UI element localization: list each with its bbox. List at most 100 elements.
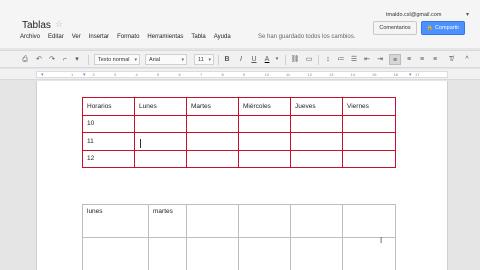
table-cell[interactable] bbox=[238, 204, 291, 238]
second-table[interactable]: lunes martes bbox=[82, 204, 396, 270]
underline-button[interactable]: U bbox=[249, 54, 259, 65]
ruler-number: 15 bbox=[372, 72, 377, 77]
ruler-number: 17 bbox=[415, 72, 420, 77]
size-dropdown[interactable]: 11 ▾ bbox=[194, 54, 214, 65]
table-cell[interactable] bbox=[238, 114, 291, 133]
table-header-cell[interactable]: Lunes bbox=[134, 97, 187, 116]
table-cell[interactable] bbox=[134, 132, 187, 151]
paint-format-icon[interactable]: ⌐ bbox=[60, 54, 70, 65]
table-cell[interactable]: martes bbox=[148, 204, 187, 238]
table-header-row: Horarios Lunes Martes Miércoles Jueves Vierne… bbox=[82, 97, 396, 116]
table-header-cell[interactable]: Horarios bbox=[82, 97, 135, 116]
table-cell[interactable] bbox=[342, 149, 396, 168]
table-header-cell[interactable]: Martes bbox=[186, 97, 239, 116]
chevron-down-icon[interactable]: ▾ bbox=[273, 54, 281, 65]
ruler-number: 16 bbox=[393, 72, 398, 77]
chevron-down-icon: ▾ bbox=[208, 57, 211, 63]
align-center-icon[interactable]: ≡ bbox=[404, 54, 414, 65]
bold-button[interactable]: B bbox=[222, 54, 232, 65]
table-header-cell[interactable]: Jueves bbox=[290, 97, 343, 116]
menu-ayuda[interactable]: Ayuda bbox=[214, 34, 231, 44]
table-cell[interactable] bbox=[290, 237, 343, 270]
share-label: Compartir bbox=[435, 25, 460, 31]
increase-indent-icon[interactable]: ⇥ bbox=[375, 54, 385, 65]
numbered-list-icon[interactable]: ≔ bbox=[336, 54, 346, 65]
menu-herramientas[interactable]: Herramientas bbox=[147, 34, 183, 44]
star-icon[interactable]: ☆ bbox=[55, 19, 63, 30]
indent-marker-icon[interactable]: ▾ bbox=[409, 72, 412, 78]
menu-insertar[interactable]: Insertar bbox=[89, 34, 109, 44]
style-dropdown[interactable]: Texto normal ▾ bbox=[94, 54, 140, 65]
comment-icon[interactable]: ▭ bbox=[304, 54, 314, 65]
table-cell[interactable] bbox=[290, 114, 343, 133]
line-spacing-icon[interactable]: ↕ bbox=[323, 54, 333, 65]
menu-editar[interactable]: Editar bbox=[48, 34, 64, 44]
table-cell[interactable] bbox=[134, 149, 187, 168]
menu-tabla[interactable]: Tabla bbox=[191, 34, 205, 44]
table-cell[interactable] bbox=[342, 237, 396, 270]
account-caret-icon[interactable]: ▾ bbox=[466, 11, 469, 18]
bulleted-list-icon[interactable]: ☰ bbox=[349, 54, 359, 65]
table-cell[interactable] bbox=[342, 114, 396, 133]
table-cell[interactable]: 12 bbox=[82, 149, 135, 168]
menu-archivo[interactable]: Archivo bbox=[20, 34, 40, 44]
table-header-cell[interactable]: Viernes bbox=[342, 97, 396, 116]
menu-formato[interactable]: Formato bbox=[117, 34, 139, 44]
table-cell[interactable]: lunes bbox=[82, 204, 149, 238]
schedule-table[interactable]: Horarios Lunes Martes Miércoles Jueves Vierne… bbox=[82, 97, 396, 168]
document-title[interactable]: Tablas bbox=[22, 20, 51, 31]
table-cell[interactable]: 10 bbox=[82, 114, 135, 133]
text-color-button[interactable]: A bbox=[262, 54, 272, 65]
table-row bbox=[82, 237, 396, 270]
ruler-number: 5 bbox=[157, 72, 160, 77]
table-cell[interactable] bbox=[186, 204, 239, 238]
lock-icon: 🔒 bbox=[426, 25, 434, 31]
ruler-track[interactable]: 1 2 3 4 5 6 7 8 9 10 11 12 13 14 15 16 17 ▾ ▾ ▾ bbox=[36, 71, 448, 78]
table-cell[interactable] bbox=[238, 149, 291, 168]
table-cell[interactable] bbox=[342, 132, 396, 151]
table-cell[interactable] bbox=[186, 114, 239, 133]
table-cell[interactable] bbox=[82, 237, 149, 270]
zoom-dropdown-icon[interactable]: ▾ bbox=[72, 54, 82, 65]
table-header-cell[interactable]: Miércoles bbox=[238, 97, 291, 116]
table-cell[interactable] bbox=[148, 237, 187, 270]
align-right-icon[interactable]: ≡ bbox=[417, 54, 427, 65]
table-cell[interactable]: 11 bbox=[82, 132, 135, 151]
user-email[interactable]: tmaldo.csl@gmail.com bbox=[386, 12, 441, 18]
indent-marker-icon[interactable]: ▾ bbox=[83, 72, 86, 78]
ruler-number: 14 bbox=[350, 72, 355, 77]
align-left-icon[interactable]: ≡ bbox=[389, 54, 401, 65]
table-cell[interactable] bbox=[290, 204, 343, 238]
clear-formatting-icon[interactable]: T̸ bbox=[446, 54, 456, 65]
indent-marker-icon[interactable]: ▾ bbox=[41, 72, 44, 78]
table-cell[interactable] bbox=[238, 237, 291, 270]
table-cell[interactable] bbox=[342, 204, 396, 238]
toolbar-separator bbox=[88, 55, 89, 65]
table-row: 12 bbox=[82, 149, 396, 168]
table-cell[interactable] bbox=[290, 149, 343, 168]
table-cell[interactable] bbox=[186, 237, 239, 270]
table-cell[interactable] bbox=[134, 114, 187, 133]
redo-icon[interactable]: ↷ bbox=[47, 54, 57, 65]
table-cell[interactable] bbox=[186, 132, 239, 151]
align-justify-icon[interactable]: ≡ bbox=[430, 54, 440, 65]
table-cell[interactable] bbox=[290, 132, 343, 151]
link-icon[interactable]: ⛓ bbox=[290, 54, 300, 65]
collapse-icon[interactable]: ^ bbox=[462, 54, 472, 65]
share-button[interactable]: 🔒 Compartir bbox=[421, 21, 465, 35]
font-dropdown[interactable]: Arial ▾ bbox=[145, 54, 187, 65]
ruler-number: 12 bbox=[307, 72, 312, 77]
table-cell[interactable] bbox=[238, 132, 291, 151]
print-icon[interactable]: ⎙ bbox=[20, 54, 30, 65]
undo-icon[interactable]: ↶ bbox=[34, 54, 44, 65]
ruler-number: 1 bbox=[71, 72, 74, 77]
toolbar-separator bbox=[285, 55, 286, 65]
menu-ver[interactable]: Ver bbox=[72, 34, 81, 44]
comments-button[interactable]: Comentarios bbox=[373, 21, 417, 35]
decrease-indent-icon[interactable]: ⇤ bbox=[362, 54, 372, 65]
table-cell[interactable] bbox=[186, 149, 239, 168]
chevron-down-icon: ▾ bbox=[181, 57, 184, 63]
ruler-number: 8 bbox=[221, 72, 224, 77]
ruler-number: 9 bbox=[243, 72, 246, 77]
italic-button[interactable]: I bbox=[236, 54, 246, 65]
